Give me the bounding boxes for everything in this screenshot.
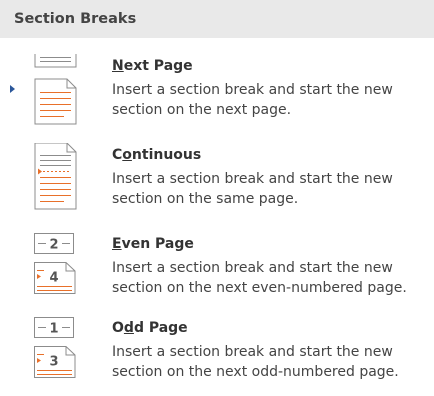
menu-item-even-page[interactable]: 2 4 Even Page Insert a section break and… [0, 232, 434, 312]
odd-icon-number-bottom: 3 [49, 355, 58, 370]
even-page-break-icon: 2 4 [24, 232, 88, 308]
even-page-title: Even Page [112, 236, 194, 252]
odd-icon-number-top: 1 [49, 322, 58, 337]
section-breaks-menu: Section Breaks Next Page Insert a sectio… [0, 0, 434, 394]
even-page-description: Insert a section break and start the new… [112, 260, 407, 296]
odd-page-break-icon: 1 3 [24, 316, 88, 392]
continuous-title: Continuous [112, 147, 202, 163]
menu-item-continuous[interactable]: Continuous Insert a section break and st… [0, 143, 434, 223]
next-page-title: Next Page [112, 58, 193, 74]
even-icon-number-bottom: 4 [49, 271, 58, 286]
next-page-break-icon [24, 54, 88, 130]
section-breaks-header: Section Breaks [0, 0, 434, 38]
continuous-description: Insert a section break and start the new… [112, 171, 393, 207]
odd-page-description: Insert a section break and start the new… [112, 344, 399, 380]
menu-item-next-page[interactable]: Next Page Insert a section break and sta… [0, 54, 434, 134]
odd-page-title: Odd Page [112, 320, 188, 336]
continuous-break-icon [24, 143, 88, 219]
menu-item-odd-page[interactable]: 1 3 Odd Page Insert a section break and … [0, 316, 434, 396]
selection-marker-icon [10, 85, 15, 93]
even-icon-number-top: 2 [49, 238, 58, 253]
next-page-description: Insert a section break and start the new… [112, 82, 393, 118]
